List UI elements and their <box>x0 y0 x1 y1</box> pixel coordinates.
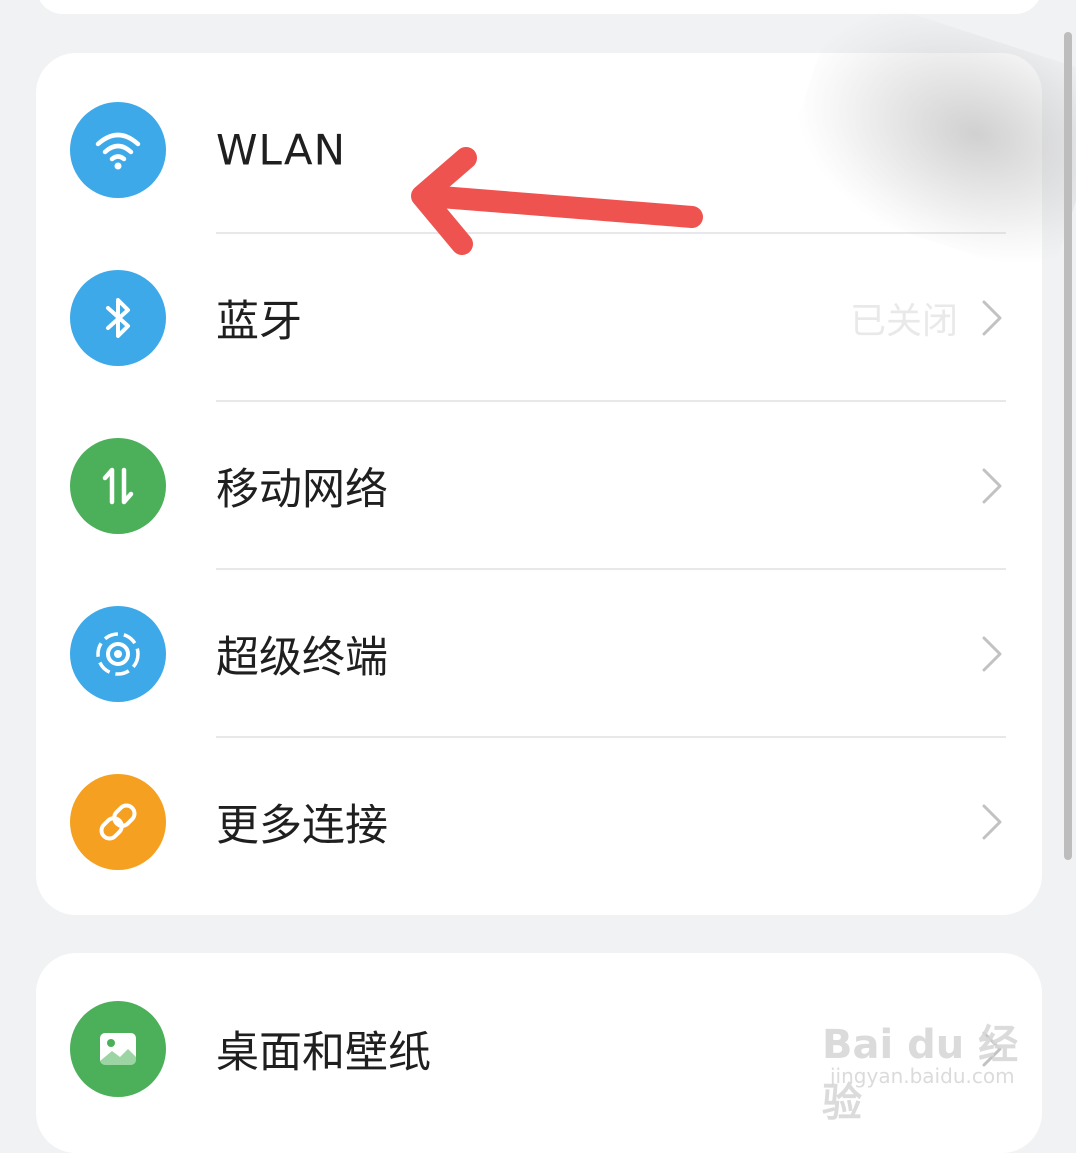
chevron-right-icon <box>982 1031 1002 1067</box>
bluetooth-icon <box>70 270 166 366</box>
wallpaper-icon <box>70 1001 166 1097</box>
previous-settings-card <box>36 0 1042 14</box>
wallpaper-label: 桌面和壁纸 <box>216 1028 431 1078</box>
super-device-icon <box>70 606 166 702</box>
more-connections-label: 更多连接 <box>216 801 388 851</box>
chevron-right-icon <box>982 804 1002 840</box>
red-arrow-annotation <box>411 147 703 255</box>
super-device-label: 超级终端 <box>216 633 388 683</box>
chevron-right-icon <box>982 468 1002 504</box>
scrollbar[interactable] <box>1064 32 1072 860</box>
more-connections-row[interactable]: 更多连接 <box>36 738 1042 906</box>
wlan-label: WLAN <box>216 125 347 175</box>
super-device-row[interactable]: 超级终端 <box>36 570 1042 738</box>
bluetooth-status: 已关闭 <box>849 301 958 342</box>
mobile-data-icon <box>70 438 166 534</box>
chevron-right-icon <box>982 636 1002 672</box>
link-icon <box>70 774 166 870</box>
chevron-right-icon <box>982 300 1002 336</box>
display-settings-card: 桌面和壁纸 <box>36 953 1042 1153</box>
wifi-icon <box>70 102 166 198</box>
mobile-network-row[interactable]: 移动网络 <box>36 402 1042 570</box>
wallpaper-row[interactable]: 桌面和壁纸 <box>36 965 1042 1133</box>
mobile-network-label: 移动网络 <box>216 465 388 515</box>
bluetooth-label: 蓝牙 <box>216 297 302 347</box>
